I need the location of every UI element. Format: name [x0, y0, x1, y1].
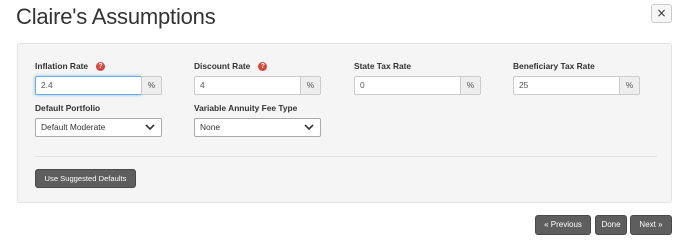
- default-portfolio-field: Default Portfolio Default Moderate: [35, 102, 162, 137]
- assumptions-panel: Inflation Rate ? 2.4 % Discount Rate ? 4…: [17, 43, 672, 203]
- inflation-rate-label: Inflation Rate ?: [35, 60, 162, 72]
- state-tax-rate-label: State Tax Rate: [354, 60, 481, 72]
- annuity-fee-type-label: Variable Annuity Fee Type: [194, 103, 298, 113]
- discount-rate-label-text: Discount Rate: [194, 61, 251, 71]
- state-tax-rate-input-group: 0 %: [354, 76, 481, 95]
- inflation-rate-label-text: Inflation Rate: [35, 61, 89, 71]
- beneficiary-tax-rate-label: Beneficiary Tax Rate: [513, 60, 640, 72]
- annuity-fee-type-select[interactable]: None: [194, 118, 321, 137]
- inflation-rate-input-group: 2.4 %: [35, 76, 162, 95]
- help-icon[interactable]: ?: [258, 61, 268, 71]
- page-title: Claire's Assumptions: [16, 4, 216, 29]
- divider: [35, 156, 657, 157]
- inflation-rate-field: Inflation Rate ? 2.4 %: [35, 60, 162, 95]
- double-chevron-left-icon: «: [544, 220, 549, 229]
- discount-rate-label: Discount Rate ?: [194, 60, 321, 72]
- chevron-down-icon: [304, 124, 314, 131]
- close-button[interactable]: ×: [651, 4, 672, 23]
- annuity-fee-type-field: Variable Annuity Fee Type None: [194, 102, 321, 137]
- beneficiary-tax-rate-field: Beneficiary Tax Rate 25 %: [513, 60, 640, 95]
- beneficiary-tax-rate-input[interactable]: 25: [513, 76, 619, 95]
- annuity-fee-type-value: None: [200, 122, 221, 132]
- percent-addon: %: [460, 76, 481, 95]
- use-suggested-defaults-button[interactable]: Use Suggested Defaults: [35, 169, 136, 188]
- beneficiary-tax-rate-label-text: Beneficiary Tax Rate: [513, 61, 595, 71]
- help-icon[interactable]: ?: [96, 61, 106, 71]
- inflation-rate-input[interactable]: 2.4: [35, 76, 141, 95]
- state-tax-rate-input[interactable]: 0: [354, 76, 460, 95]
- next-button[interactable]: Next »: [630, 215, 672, 235]
- chevron-down-icon: [145, 124, 155, 131]
- discount-rate-field: Discount Rate ? 4 %: [194, 60, 321, 95]
- state-tax-rate-label-text: State Tax Rate: [354, 61, 412, 71]
- default-portfolio-label: Default Portfolio: [35, 103, 101, 113]
- discount-rate-input[interactable]: 4: [194, 76, 300, 95]
- percent-addon: %: [619, 76, 640, 95]
- previous-button[interactable]: « Previous: [535, 215, 591, 235]
- default-portfolio-select[interactable]: Default Moderate: [35, 118, 162, 137]
- state-tax-rate-field: State Tax Rate 0 %: [354, 60, 481, 95]
- percent-addon: %: [300, 76, 321, 95]
- percent-addon: %: [141, 76, 162, 95]
- discount-rate-input-group: 4 %: [194, 76, 321, 95]
- done-button[interactable]: Done: [595, 215, 627, 235]
- beneficiary-tax-rate-input-group: 25 %: [513, 76, 640, 95]
- previous-label: Previous: [550, 220, 582, 229]
- double-chevron-right-icon: »: [658, 220, 663, 229]
- default-portfolio-value: Default Moderate: [41, 122, 106, 132]
- next-label: Next: [639, 220, 656, 229]
